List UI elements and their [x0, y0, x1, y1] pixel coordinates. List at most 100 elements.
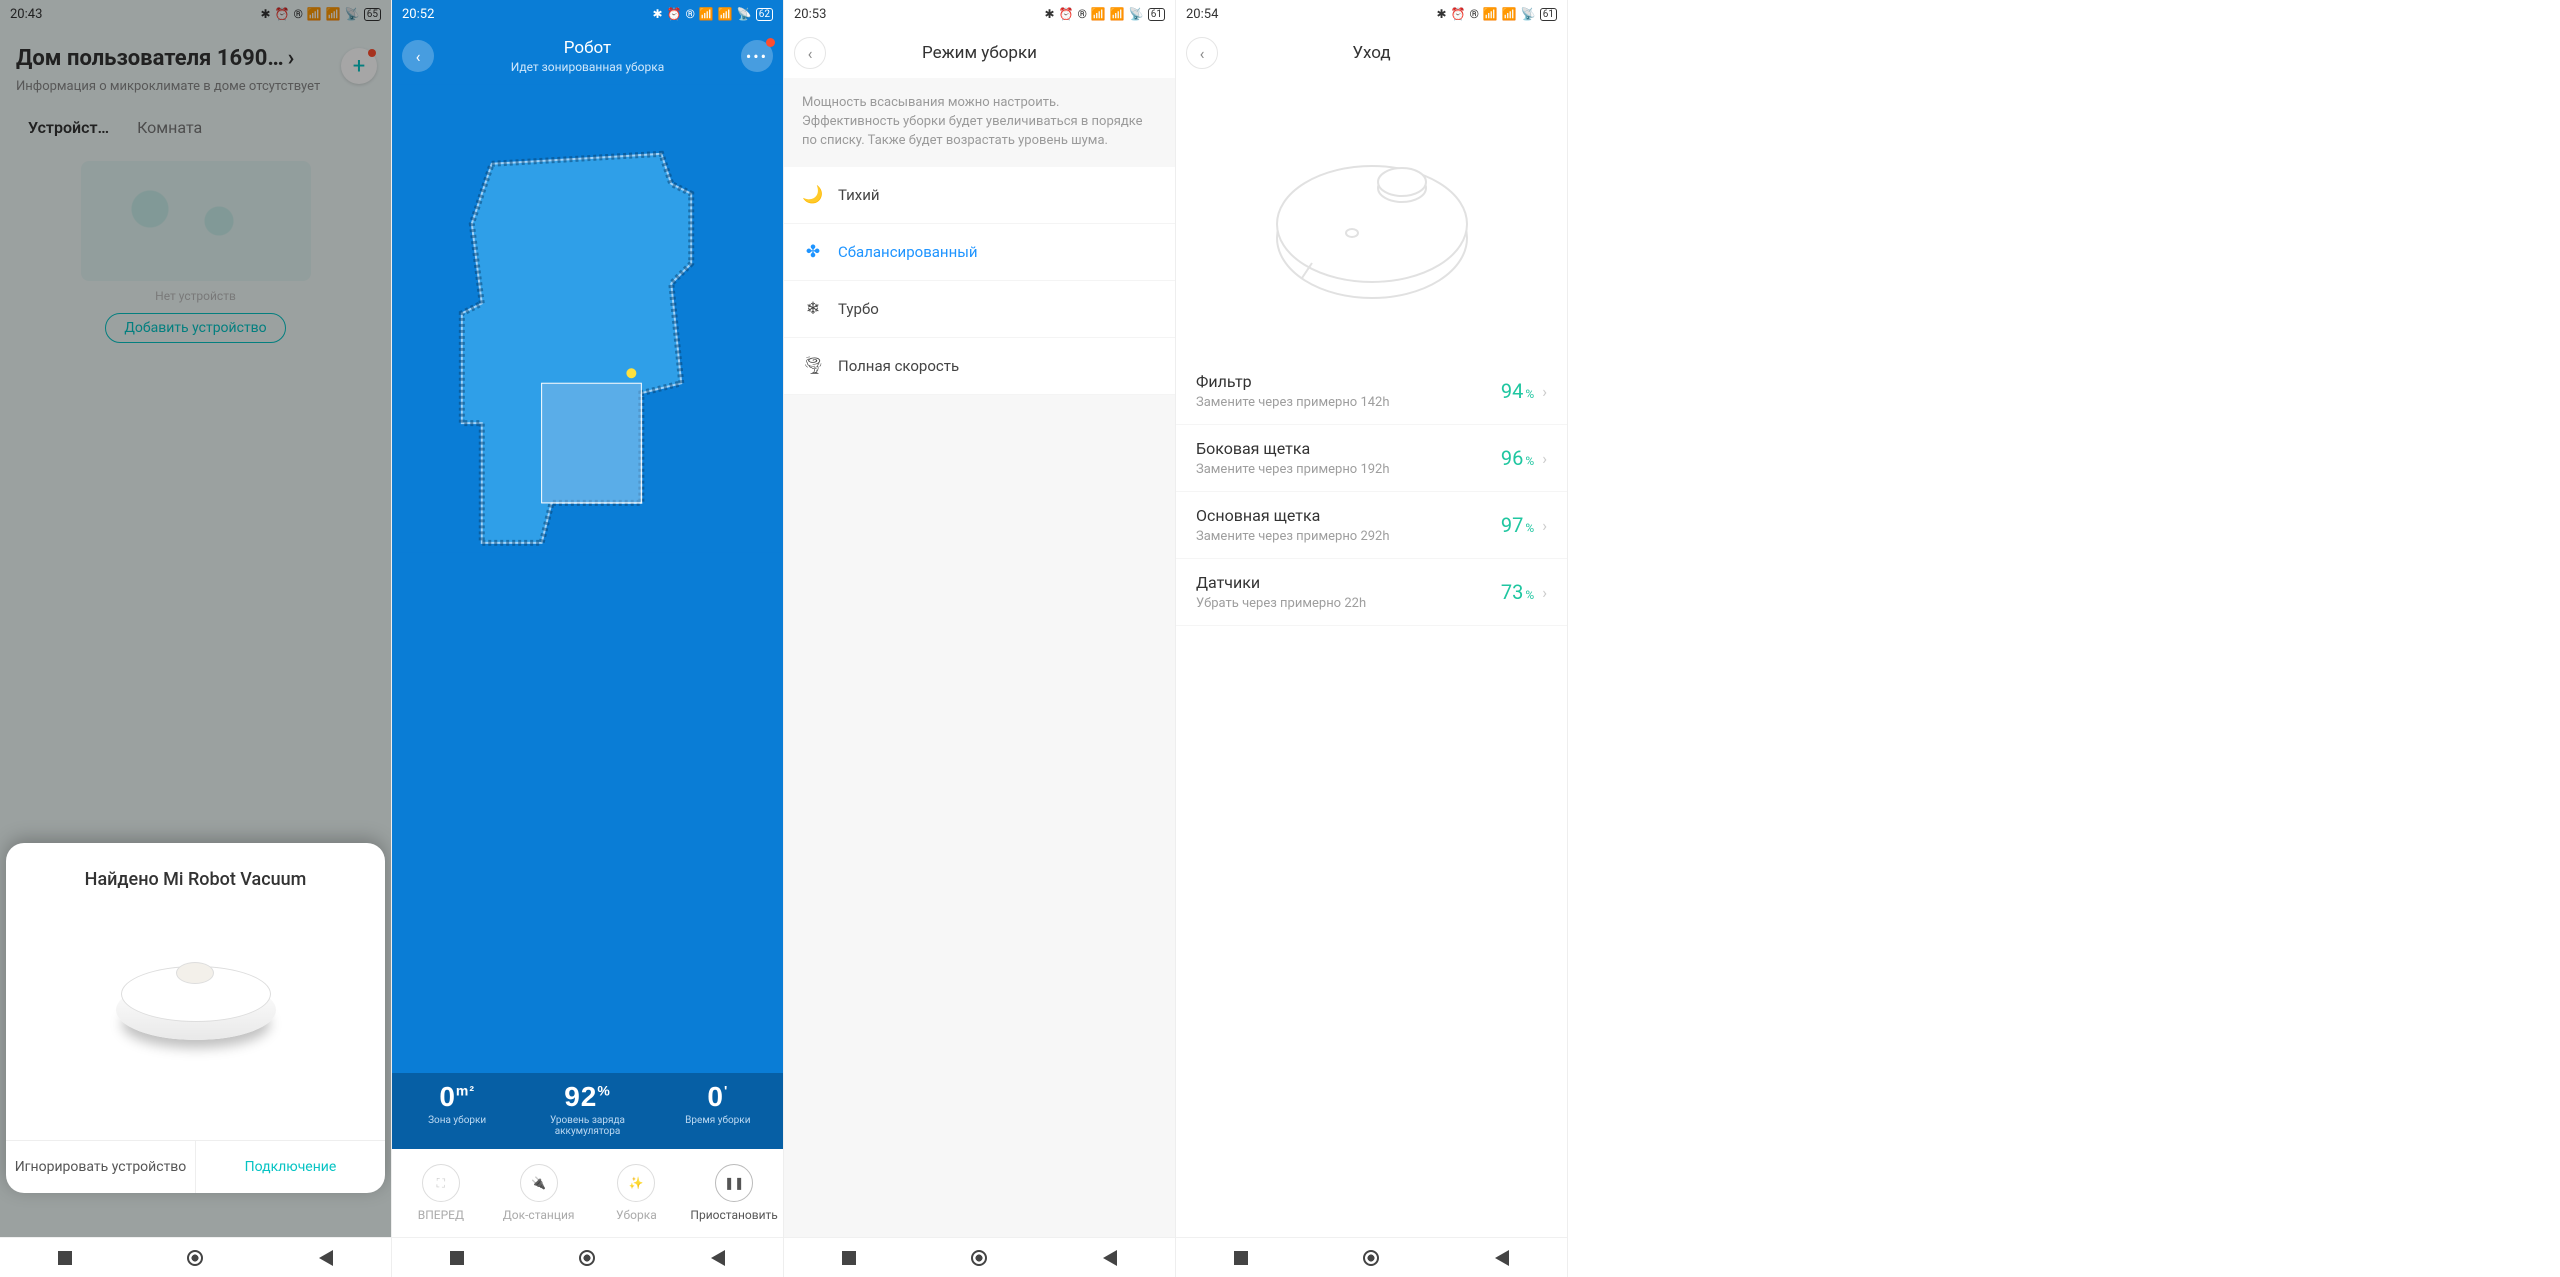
sheet-buttons: Игнорировать устройство Подключение [6, 1140, 385, 1193]
fan-icon: ✤ [802, 242, 824, 262]
mode-full[interactable]: 🌪 Полная скорость [784, 338, 1175, 395]
status-time: 20:52 [402, 7, 434, 22]
battery-unit: % [597, 1083, 610, 1099]
alarm-icon: ⏰ [1451, 7, 1466, 21]
maintenance-item-main-brush[interactable]: Основная щетка Замените через примерно 2… [1176, 492, 1567, 559]
chevron-right-icon: › [1542, 382, 1547, 401]
connect-device-button[interactable]: Подключение [196, 1141, 385, 1193]
item-percent: 94% [1501, 379, 1534, 403]
snowflake-icon: ❄ [802, 299, 824, 319]
status-bar: 20:53 ✱ ⏰ ® 📶 📶 📡 61 [784, 0, 1175, 28]
ignore-device-button[interactable]: Игнорировать устройство [6, 1141, 196, 1193]
item-name: Боковая щетка [1196, 439, 1390, 458]
status-icons: ✱ ⏰ ® 📶 📶 📡 61 [1044, 7, 1165, 21]
expand-icon: ⛶ [422, 1164, 460, 1202]
bluetooth-icon: ✱ [1044, 7, 1054, 21]
item-hint: Замените через примерно 292h [1196, 529, 1390, 544]
back-button[interactable]: ‹ [402, 40, 434, 72]
more-button[interactable]: ••• [741, 40, 773, 72]
nav-back-icon[interactable] [319, 1250, 333, 1266]
status-icons: ✱ ⏰ ® 📶 📶 📡 62 [652, 7, 773, 21]
status-bar: 20:54 ✱ ⏰ ® 📶 📶 📡 61 [1176, 0, 1567, 28]
status-time: 20:53 [794, 7, 826, 22]
nav-recent-icon[interactable] [842, 1251, 856, 1265]
mode-quiet[interactable]: 🌙 Тихий [784, 167, 1175, 224]
screen-maintenance: 20:54 ✱ ⏰ ® 📶 📶 📡 61 ‹ Уход [1176, 0, 1568, 1277]
mode-title: Режим уборки [922, 43, 1037, 63]
maintenance-item-sensors[interactable]: Датчики Убрать через примерно 22h 73% › [1176, 559, 1567, 626]
mode-balanced[interactable]: ✤ Сбалансированный [784, 224, 1175, 281]
maintenance-item-side-brush[interactable]: Боковая щетка Замените через примерно 19… [1176, 425, 1567, 492]
nav-home-icon[interactable] [971, 1250, 987, 1266]
action-forward[interactable]: ⛶ВПЕРЕД [392, 1149, 490, 1237]
item-percent: 73% [1501, 580, 1534, 604]
action-pause[interactable]: ❚❚Приостановить [685, 1149, 783, 1237]
back-button[interactable]: ‹ [1186, 37, 1218, 69]
nav-back-icon[interactable] [1103, 1250, 1117, 1266]
android-nav [392, 1237, 783, 1277]
nav-home-icon[interactable] [579, 1250, 595, 1266]
mode-quiet-label: Тихий [838, 186, 880, 204]
moon-icon: 🌙 [802, 185, 824, 205]
signal2-icon: 📶 [1110, 7, 1125, 21]
alarm-icon: ⏰ [1059, 7, 1074, 21]
bluetooth-icon: ✱ [652, 7, 662, 21]
battery-icon: 62 [756, 8, 773, 21]
robot-image [106, 920, 286, 1080]
mode-turbo[interactable]: ❄ Турбо [784, 281, 1175, 338]
chevron-right-icon: › [1542, 449, 1547, 468]
stat-time: 0' Время уборки [653, 1073, 783, 1149]
mode-balanced-label: Сбалансированный [838, 243, 978, 261]
robot-status-text: Идет зонированная уборка [511, 60, 665, 74]
item-hint: Убрать через примерно 22h [1196, 596, 1366, 611]
status-bar: 20:52 ✱ ⏰ ® 📶 📶 📡 62 [392, 0, 783, 28]
maintenance-body: Фильтр Замените через примерно 142h 94% … [1176, 78, 1567, 1237]
android-nav [784, 1237, 1175, 1277]
wifi-icon: 📡 [1521, 7, 1536, 21]
time-label: Время уборки [653, 1115, 783, 1126]
cleaning-stats: 0m² Зона уборки 92% Уровень заряда аккум… [392, 1073, 783, 1149]
area-unit: m² [456, 1083, 475, 1099]
time-unit: ' [724, 1083, 728, 1099]
tornado-icon: 🌪 [802, 356, 824, 376]
alarm-icon: ⏰ [667, 7, 682, 21]
action-dock[interactable]: 🔌Док-станция [490, 1149, 588, 1237]
robot-actions: ⛶ВПЕРЕД 🔌Док-станция ✨Уборка ❚❚Приостано… [392, 1149, 783, 1237]
item-name: Основная щетка [1196, 506, 1390, 525]
battery-icon: 61 [1540, 8, 1557, 21]
status-time: 20:54 [1186, 7, 1218, 22]
maintenance-list: Фильтр Замените через примерно 142h 94% … [1176, 358, 1567, 626]
time-value: 0 [707, 1081, 724, 1112]
nav-back-icon[interactable] [1495, 1250, 1509, 1266]
area-value: 0 [439, 1081, 456, 1112]
item-name: Датчики [1196, 573, 1366, 592]
robot-diagram [1176, 78, 1567, 358]
battery-value: 92 [564, 1081, 597, 1112]
nav-back-icon[interactable] [711, 1250, 725, 1266]
screen-home: 20:43 ✱ ⏰ ® 📶 📶 📡 65 Дом пользователя 16… [0, 0, 392, 1277]
battery-label: Уровень заряда аккумулятора [522, 1115, 652, 1137]
nav-recent-icon[interactable] [1234, 1251, 1248, 1265]
back-button[interactable]: ‹ [794, 37, 826, 69]
maintenance-item-filter[interactable]: Фильтр Замените через примерно 142h 94% … [1176, 358, 1567, 425]
action-clean[interactable]: ✨Уборка [588, 1149, 686, 1237]
mode-turbo-label: Турбо [838, 300, 879, 318]
mode-description: Мощность всасывания можно настроить. Эфф… [784, 78, 1175, 167]
bluetooth-icon: ✱ [1436, 7, 1446, 21]
robot-title: Робот Идет зонированная уборка [511, 38, 665, 74]
plug-icon: 🔌 [520, 1164, 558, 1202]
pause-icon: ❚❚ [715, 1164, 753, 1202]
cleaning-map[interactable] [392, 84, 783, 1073]
status-icons: ✱ ⏰ ® 📶 📶 📡 61 [1436, 7, 1557, 21]
mode-body: Мощность всасывания можно настроить. Эфф… [784, 78, 1175, 1237]
nav-recent-icon[interactable] [450, 1251, 464, 1265]
nav-home-icon[interactable] [187, 1250, 203, 1266]
area-label: Зона уборки [392, 1115, 522, 1126]
item-percent: 97% [1501, 513, 1534, 537]
nav-recent-icon[interactable] [58, 1251, 72, 1265]
item-percent: 96% [1501, 446, 1534, 470]
registered-icon: ® [1469, 7, 1478, 21]
sheet-title: Найдено Mi Robot Vacuum [85, 869, 307, 890]
nav-home-icon[interactable] [1363, 1250, 1379, 1266]
map-svg [392, 84, 783, 553]
